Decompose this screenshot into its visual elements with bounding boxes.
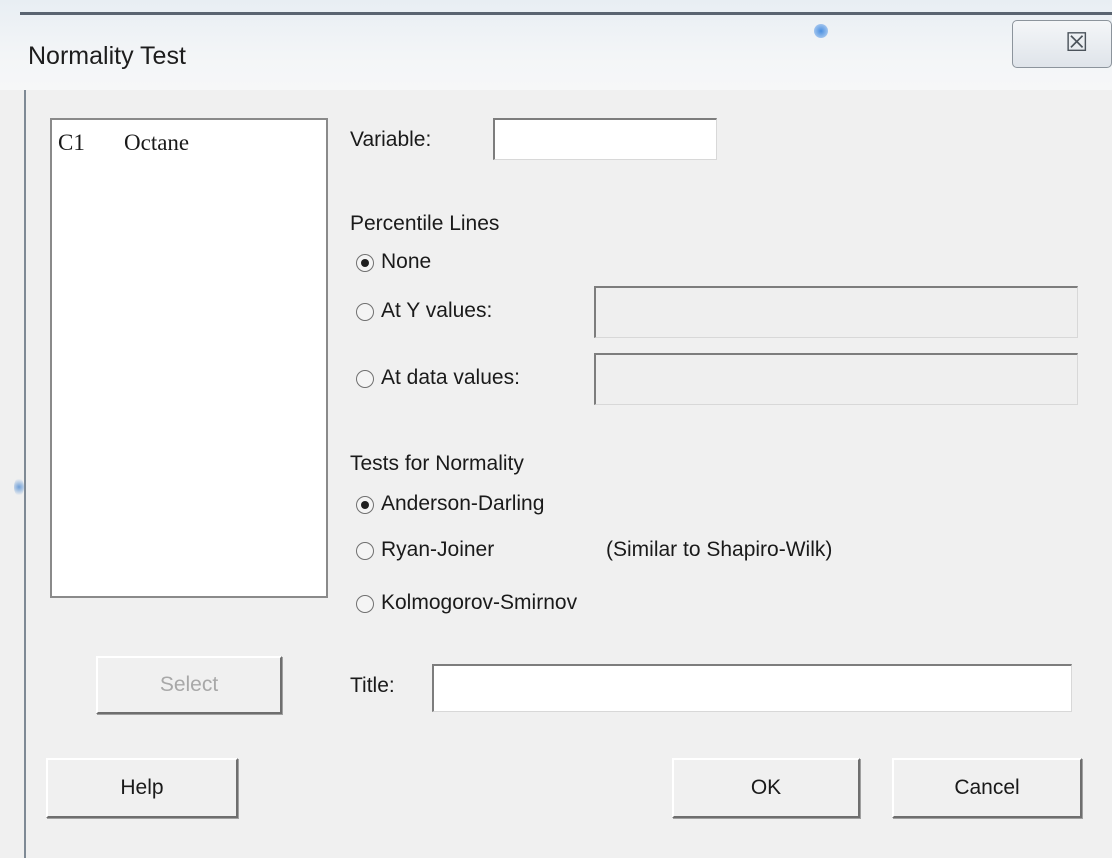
radio-unselected-icon[interactable] [356, 303, 374, 321]
radio-unselected-icon[interactable] [356, 542, 374, 560]
title-input[interactable] [432, 664, 1072, 712]
column-list[interactable]: C1 Octane [50, 118, 328, 598]
cancel-button[interactable]: Cancel [892, 758, 1082, 818]
window-frame-edge [20, 12, 1112, 15]
test-ryan-joiner-option[interactable]: Ryan-Joiner [381, 538, 494, 562]
test-anderson-darling-option[interactable]: Anderson-Darling [381, 492, 544, 516]
variable-label: Variable: [350, 128, 432, 151]
radio-selected-icon[interactable] [356, 496, 374, 514]
ryan-joiner-note: (Similar to Shapiro-Wilk) [606, 538, 833, 561]
ok-button[interactable]: OK [672, 758, 860, 818]
percentile-at-y-option[interactable]: At Y values: [381, 299, 492, 323]
background-glow-side [14, 478, 24, 496]
radio-unselected-icon[interactable] [356, 595, 374, 613]
help-button[interactable]: Help [46, 758, 238, 818]
percentile-at-data-option[interactable]: At data values: [381, 366, 520, 390]
close-icon: ☒ [1065, 27, 1089, 57]
normality-test-dialog: Normality Test ☒ C1 Octane Variable: Perc… [0, 0, 1112, 858]
column-name: Octane [124, 130, 190, 155]
at-data-values-input[interactable] [594, 353, 1078, 405]
variable-input[interactable] [493, 118, 717, 160]
background-glow [814, 24, 828, 38]
tests-for-normality-heading: Tests for Normality [350, 452, 524, 475]
close-button[interactable]: ☒ [1012, 20, 1112, 68]
radio-selected-icon[interactable] [356, 254, 374, 272]
radio-unselected-icon[interactable] [356, 370, 374, 388]
percentile-none-option[interactable]: None [381, 250, 431, 274]
at-y-values-input[interactable] [594, 286, 1078, 338]
select-button[interactable]: Select [96, 656, 282, 714]
percentile-lines-heading: Percentile Lines [350, 212, 500, 235]
list-item[interactable]: C1 Octane [58, 130, 189, 156]
column-id: C1 [58, 130, 85, 155]
title-label: Title: [350, 674, 395, 697]
test-kolmogorov-smirnov-option[interactable]: Kolmogorov-Smirnov [381, 591, 577, 615]
window-title: Normality Test [28, 42, 186, 70]
